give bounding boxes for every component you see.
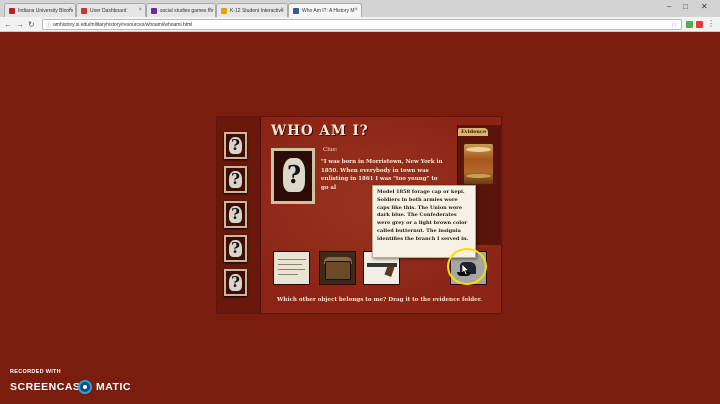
chest-object[interactable] (319, 251, 356, 285)
clue-label: Clue: (323, 147, 338, 153)
close-icon[interactable]: × (280, 7, 284, 13)
favicon-icon (293, 8, 299, 14)
info-icon: ⓘ (46, 23, 52, 29)
question-mark-icon: ? (229, 274, 242, 291)
question-mark-icon: ? (229, 137, 242, 154)
tab-bar: Indiana University Bloom × User Dashboar… (0, 0, 720, 17)
character-slot[interactable]: ? (224, 132, 247, 159)
matic-brand: MATIC (96, 381, 131, 393)
instruction-text: Which other object belongs to me? Drag i… (277, 297, 483, 303)
tab-who-am-i[interactable]: Who Am I?: A History M × (288, 3, 362, 17)
screencast-brand: SCREENCAST (10, 381, 88, 393)
object-tooltip: Model 1858 forage cap or kepi. Soldiers … (372, 185, 476, 258)
character-slot[interactable]: ? (224, 235, 247, 262)
reload-icon[interactable]: ↻ (28, 20, 35, 29)
letter-object[interactable] (273, 251, 310, 285)
pointer-cursor-icon (462, 264, 469, 275)
close-icon[interactable]: × (208, 7, 212, 13)
tab-title: K-12 Student Interactive (230, 8, 284, 14)
url-input[interactable]: ⓘ amhistory.si.edu/militaryhistory/resou… (42, 19, 682, 30)
close-icon[interactable]: × (138, 7, 142, 13)
back-icon[interactable]: ← (4, 20, 12, 29)
recorded-with-label: RECORDED WITH (10, 369, 61, 375)
question-mark-icon: ? (229, 206, 242, 223)
question-mark-icon: ? (283, 158, 305, 192)
favicon-icon (81, 8, 87, 14)
tab-k12-student-interactive[interactable]: K-12 Student Interactive × (216, 3, 288, 17)
forward-icon[interactable]: → (16, 20, 24, 29)
tab-title: social studies games for (160, 8, 214, 14)
address-bar: ← → ↻ ⓘ amhistory.si.edu/militaryhistory… (0, 17, 720, 32)
game-title: WHO AM I? (271, 123, 369, 139)
tab-indiana-university[interactable]: Indiana University Bloom × (4, 3, 76, 17)
extension-icon[interactable] (696, 21, 703, 28)
menu-icon[interactable]: ⋮ (707, 19, 715, 28)
tab-title: Indiana University Bloom (18, 8, 74, 14)
close-icon[interactable]: × (68, 7, 72, 13)
close-icon[interactable]: × (354, 7, 358, 13)
drum-evidence-image (463, 143, 494, 185)
extension-icon[interactable] (686, 21, 693, 28)
tab-user-dashboard[interactable]: User Dashboard × (76, 3, 146, 17)
maximize-icon[interactable]: □ (683, 2, 688, 11)
favicon-icon (151, 8, 157, 14)
question-mark-icon: ? (229, 171, 242, 188)
tab-title: Who Am I?: A History M (302, 8, 355, 14)
character-slot[interactable]: ? (224, 269, 247, 296)
screencast-logo-icon (78, 380, 92, 394)
character-slot[interactable]: ? (224, 201, 247, 228)
mystery-portrait: ? (271, 148, 315, 204)
character-strip: ? ? ? ? ? (217, 117, 261, 313)
character-slot[interactable]: ? (224, 166, 247, 193)
close-window-icon[interactable]: ✕ (701, 2, 708, 11)
minimize-icon[interactable]: – (667, 2, 671, 11)
evidence-label: Evidence (458, 128, 488, 136)
tab-social-studies-games[interactable]: social studies games for × (146, 3, 216, 17)
favicon-icon (221, 8, 227, 14)
favicon-icon (9, 8, 15, 14)
tab-title: User Dashboard (90, 8, 127, 14)
question-mark-icon: ? (229, 240, 242, 257)
url-text: amhistory.si.edu/militaryhistory/resourc… (53, 22, 193, 28)
bookmark-star-icon[interactable]: ☆ (671, 21, 677, 29)
